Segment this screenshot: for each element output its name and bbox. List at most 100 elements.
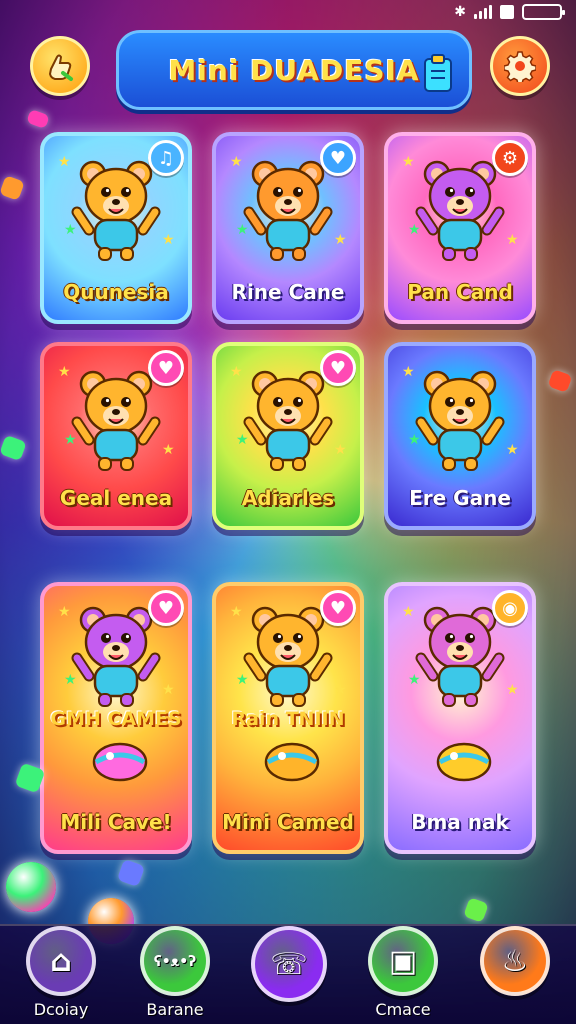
battery-icon — [522, 4, 565, 20]
heart-icon: ♥ — [329, 597, 347, 619]
settings-button[interactable] — [490, 36, 550, 96]
orb-decoration — [6, 862, 56, 912]
nav-item[interactable]: ♨ — [478, 926, 552, 1000]
nav-item[interactable]: ▣ Cmace — [366, 926, 440, 1019]
bear-mascot — [71, 600, 161, 714]
sparkle-icon: ★ — [402, 154, 415, 170]
square-icon — [500, 5, 514, 19]
sparkle-icon: ★ — [408, 222, 421, 238]
sparkle-icon: ★ — [402, 364, 415, 380]
sparkle-icon: ★ — [334, 232, 347, 248]
bear-face-button[interactable]: ʕ•ᴥ•ʔ — [140, 926, 210, 996]
sparkle-icon: ★ — [402, 604, 415, 620]
card-title: Mili Cave! — [60, 810, 172, 834]
key-button[interactable]: ♨ — [480, 926, 550, 996]
card-title: Quunesia — [63, 280, 169, 304]
bottom-nav: ⌂ Dcoiay ʕ•ᴥ•ʔ Barane ☏ ▣ Cmace ♨ — [0, 924, 576, 1024]
favorite-badge[interactable]: ♫ — [148, 140, 184, 176]
ring-icon: ◉ — [502, 597, 518, 619]
sparkle-icon: ★ — [64, 672, 77, 688]
music-note-icon: ♫ — [157, 147, 175, 169]
tablet-icon: ▣ — [388, 943, 418, 979]
phone-icon: ☏ — [270, 946, 308, 982]
house-button[interactable]: ⌂ — [26, 926, 96, 996]
nav-item[interactable]: ʕ•ᴥ•ʔ Barane — [138, 926, 212, 1019]
tablet-button[interactable]: ▣ — [368, 926, 438, 996]
phone-button[interactable]: ☏ — [251, 926, 327, 1002]
sparkle-icon: ★ — [236, 222, 249, 238]
hand-pointer-button[interactable] — [30, 36, 90, 96]
hand-pointer-icon — [48, 54, 73, 81]
sparkle-icon: ★ — [162, 442, 175, 458]
heart-icon: ♥ — [329, 357, 347, 379]
favorite-badge[interactable]: ♥ — [148, 350, 184, 386]
card-title: Bma nak — [411, 810, 509, 834]
card-title: Adiarles — [241, 486, 335, 510]
game-card[interactable]: ♫ ★ ★ ★ Quunesia — [40, 132, 192, 324]
app-title: Mini DUADESIA — [168, 53, 420, 87]
bear-mascot — [71, 154, 161, 268]
sparkle-icon: ★ — [236, 432, 249, 448]
gear-icon: ⚙ — [501, 147, 519, 169]
sparkle-icon: ★ — [334, 442, 347, 458]
sparkle-icon: ★ — [230, 364, 243, 380]
favorite-badge[interactable]: ♥ — [320, 350, 356, 386]
game-card[interactable]: Rain TNIIN ♥ ★ ★ ★ Mini Camed — [212, 582, 364, 854]
card-title: Pan Cand — [407, 280, 513, 304]
favorite-badge[interactable]: ♥ — [320, 590, 356, 626]
favorite-badge[interactable]: ♥ — [148, 590, 184, 626]
sparkle-icon: ★ — [408, 432, 421, 448]
sparkle-icon: ★ — [64, 222, 77, 238]
sparkle-icon: ★ — [236, 672, 249, 688]
sparkle-icon: ★ — [334, 682, 347, 698]
signal-icon — [474, 5, 492, 19]
game-card[interactable]: ★ ★ ★ Ere Gane — [384, 342, 536, 530]
sparkle-icon: ★ — [408, 672, 421, 688]
toy-prop — [264, 742, 320, 782]
game-card[interactable]: ♥ ★ ★ ★ Rine Cane — [212, 132, 364, 324]
nav-label: Dcoiay — [33, 1000, 89, 1019]
nav-label: Barane — [146, 1000, 204, 1019]
clipboard-icon[interactable] — [421, 53, 455, 93]
toy-prop — [92, 742, 148, 782]
favorite-badge[interactable]: ♥ — [320, 140, 356, 176]
bear-mascot — [243, 600, 333, 714]
game-card[interactable]: ♥ ★ ★ ★ Adiarles — [212, 342, 364, 530]
card-title: Rine Cane — [231, 280, 345, 304]
nav-label: Cmace — [375, 1000, 431, 1019]
game-card[interactable]: ⚙ ★ ★ ★ Pan Cand — [384, 132, 536, 324]
card-sub-label: GMH CAMES — [50, 708, 182, 730]
card-sub-label: Rain TNIIN — [231, 708, 345, 730]
sparkle-icon: ★ — [64, 432, 77, 448]
card-title: Mini Camed — [222, 810, 354, 834]
bear-mascot — [415, 364, 505, 478]
bear-mascot — [243, 364, 333, 478]
game-card[interactable]: ◉ ★ ★ ★ Bma nak — [384, 582, 536, 854]
bear-mascot — [415, 154, 505, 268]
sparkle-icon: ★ — [230, 154, 243, 170]
toy-prop — [436, 742, 492, 782]
sparkle-icon: ★ — [506, 442, 519, 458]
key-icon: ♨ — [501, 943, 529, 979]
game-card[interactable]: ♥ ★ ★ ★ Geal enea — [40, 342, 192, 530]
favorite-badge[interactable]: ⚙ — [492, 140, 528, 176]
title-banner: Mini DUADESIA — [116, 30, 472, 110]
heart-icon: ♥ — [157, 597, 175, 619]
sparkle-icon: ★ — [58, 154, 71, 170]
sparkle-icon: ★ — [230, 604, 243, 620]
sparkle-icon: ★ — [506, 232, 519, 248]
bear-mascot — [71, 364, 161, 478]
sparkle-icon: ★ — [162, 232, 175, 248]
status-bar: ✱ — [454, 0, 565, 24]
sparkle-icon: ★ — [162, 682, 175, 698]
favorite-badge[interactable]: ◉ — [492, 590, 528, 626]
sparkle-icon: ★ — [506, 682, 519, 698]
bluetooth-icon: ✱ — [454, 4, 466, 20]
nav-item[interactable]: ☏ — [251, 926, 327, 1006]
game-card[interactable]: GMH CAMES ♥ ★ ★ ★ Mili Cave! — [40, 582, 192, 854]
card-title: Geal enea — [59, 486, 173, 510]
nav-item[interactable]: ⌂ Dcoiay — [24, 926, 98, 1019]
bear-mascot — [415, 600, 505, 714]
card-title: Ere Gane — [409, 486, 511, 510]
sparkle-icon: ★ — [58, 604, 71, 620]
